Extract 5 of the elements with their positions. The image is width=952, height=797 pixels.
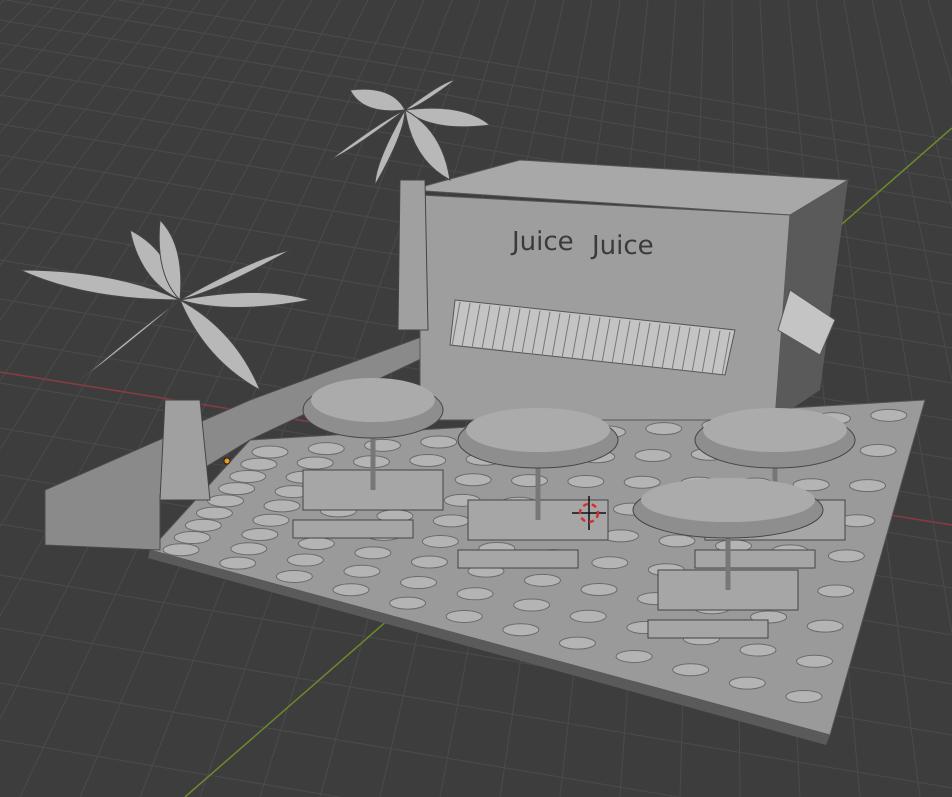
origin-dot-icon [224,458,230,464]
sign-text: Juice [512,227,574,257]
viewport-background[interactable]: Juice Juice [0,0,952,797]
sign-text: Juice [592,231,654,261]
3d-cursor-icon [572,496,606,530]
